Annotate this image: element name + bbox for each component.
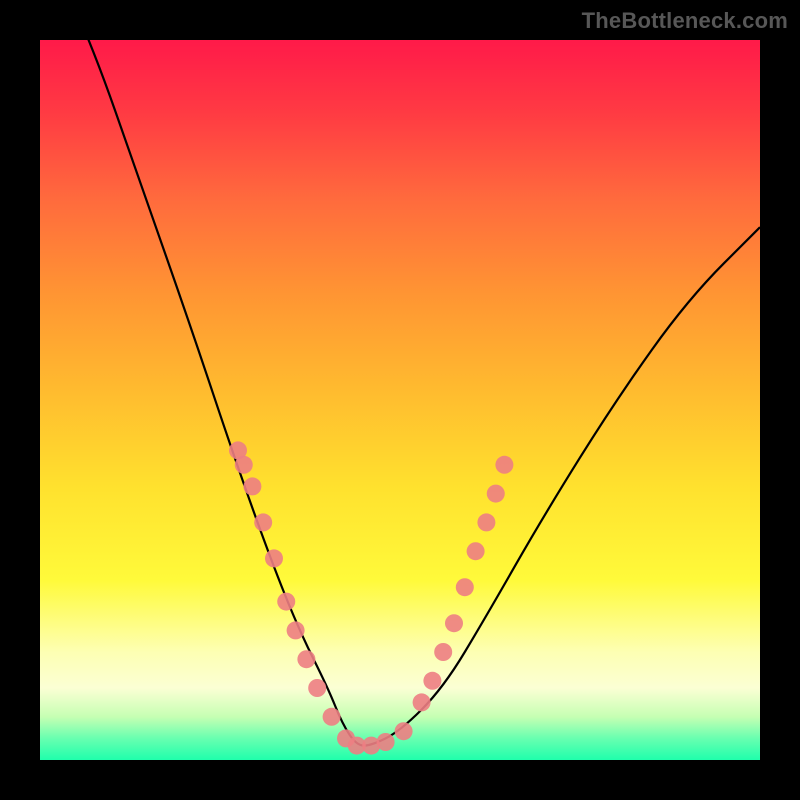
attribution-text: TheBottleneck.com [582,8,788,34]
data-point [277,593,295,611]
chart-svg [40,40,760,760]
data-point [254,513,272,531]
data-point [487,485,505,503]
data-point [308,679,326,697]
data-point [297,650,315,668]
data-point [456,578,474,596]
data-point [423,672,441,690]
data-point [413,693,431,711]
data-markers [229,441,513,754]
data-point [323,708,341,726]
data-point [495,456,513,474]
data-point [265,549,283,567]
data-point [467,542,485,560]
bottleneck-curve [40,0,760,746]
data-point [287,621,305,639]
data-point [243,477,261,495]
data-point [477,513,495,531]
data-point [434,643,452,661]
plot-area [40,40,760,760]
data-point [235,456,253,474]
data-point [395,722,413,740]
data-point [445,614,463,632]
data-point [377,733,395,751]
